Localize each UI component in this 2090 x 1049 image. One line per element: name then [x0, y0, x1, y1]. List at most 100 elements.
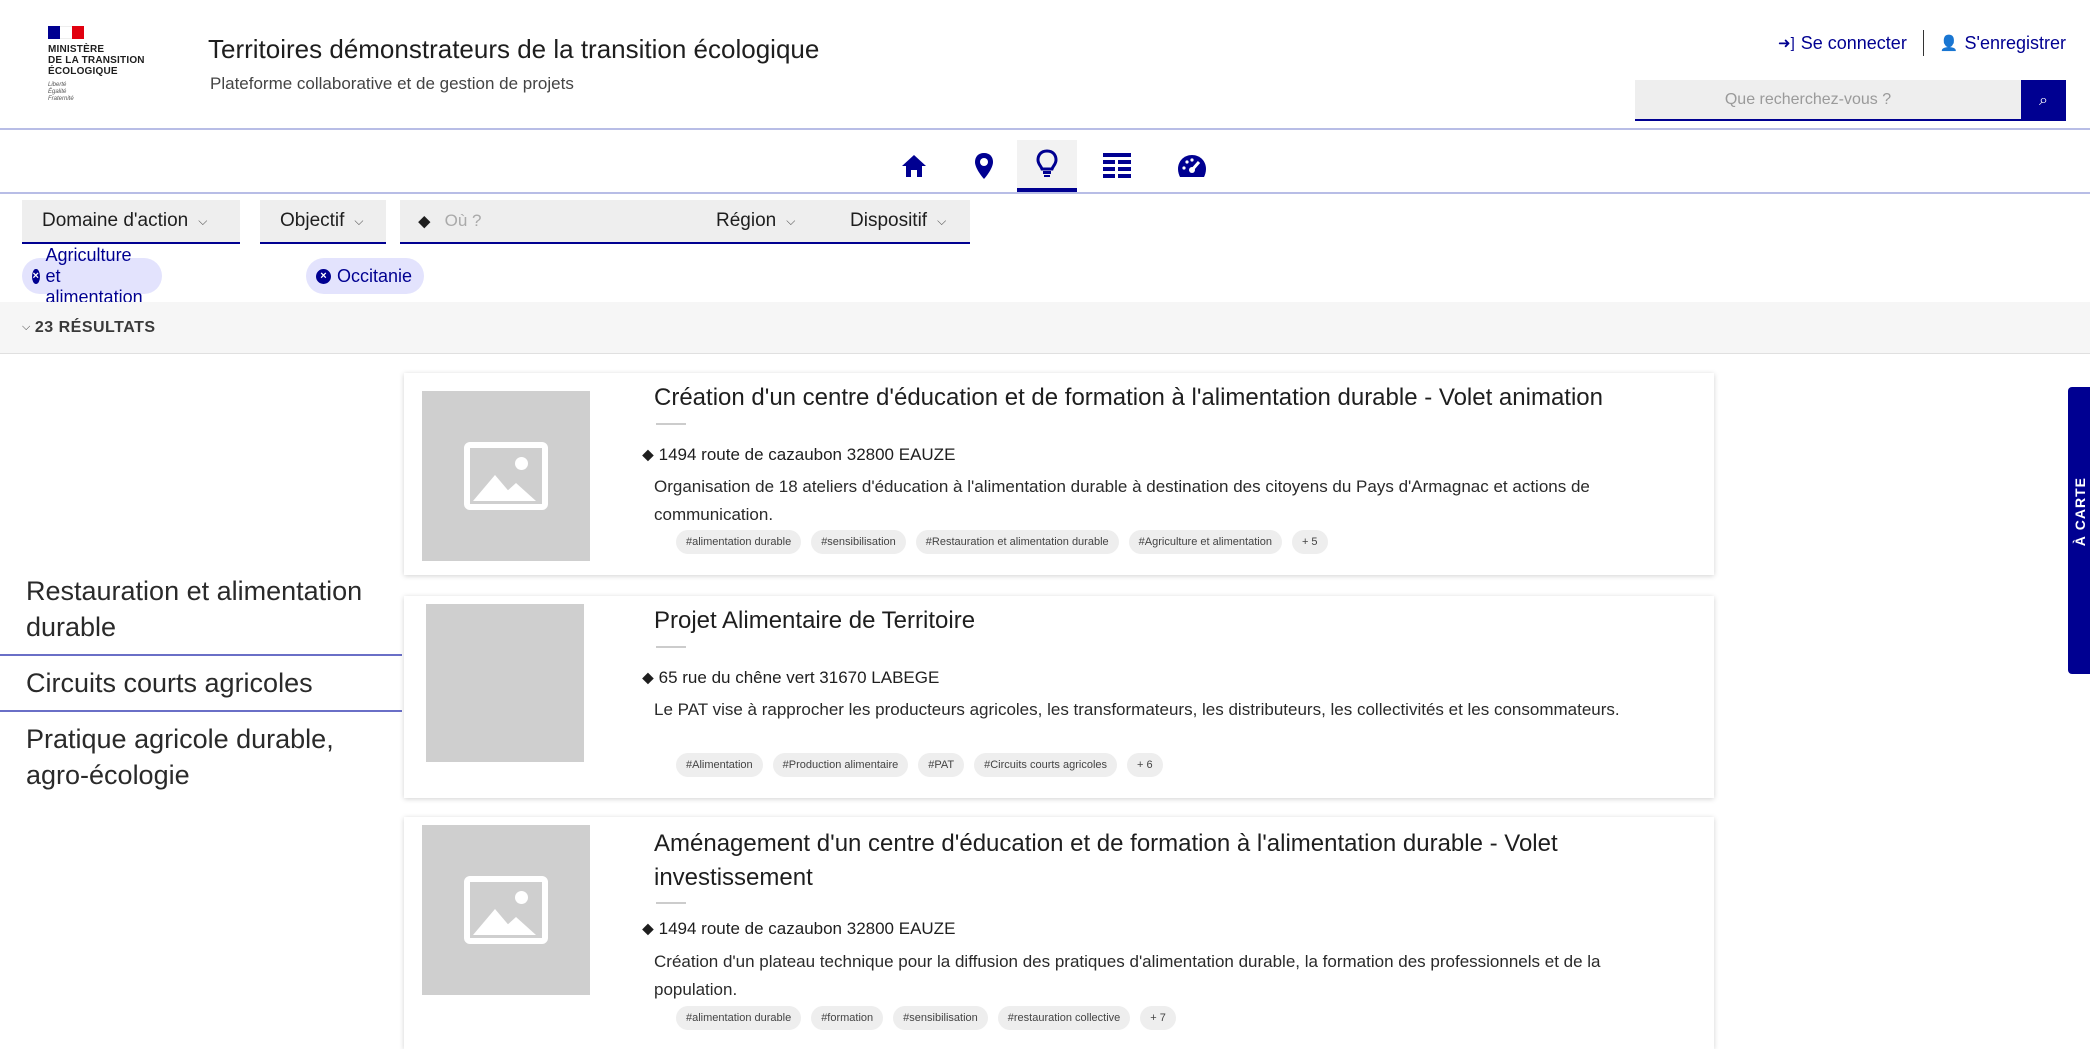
project-address: ⬥ 65 rue du chêne vert 31670 LABEGE [642, 668, 939, 688]
tag[interactable]: #Restauration et alimentation durable [915, 530, 1119, 554]
tag-more[interactable]: + 5 [1291, 530, 1328, 554]
search-button[interactable]: ⌕ [2021, 80, 2066, 121]
site-subtitle: Plateforme collaborative et de gestion d… [210, 74, 574, 93]
image-icon [464, 442, 548, 510]
region-filter[interactable]: Région ⌵ [696, 200, 832, 244]
nav-dashboard[interactable] [1162, 140, 1222, 192]
project-card[interactable]: Projet Alimentaire de Territoire ⬥ 65 ru… [404, 596, 1714, 798]
project-photo [426, 604, 584, 762]
chevron-down-icon: ⌵ [354, 213, 364, 228]
project-title[interactable]: Création d'un centre d'éducation et de f… [654, 381, 1664, 415]
ministry-logo[interactable]: MINISTÈRE DE LA TRANSITION ÉCOLOGIQUE Li… [48, 26, 188, 126]
project-description: Le PAT vise à rapprocher les producteurs… [654, 700, 1620, 719]
project-title[interactable]: Aménagement d'un centre d'éducation et d… [654, 827, 1664, 895]
project-tags: #alimentation durable #sensibilisation #… [676, 530, 1328, 554]
tag[interactable]: #restauration collective [997, 1006, 1131, 1030]
flag-icon [48, 26, 84, 39]
tag[interactable]: #Circuits courts agricoles [974, 753, 1117, 777]
project-tags: #Alimentation #Production alimentaire #P… [676, 753, 1163, 777]
tag[interactable]: #PAT [918, 753, 965, 777]
project-address-text: 65 rue du chêne vert 31670 LABEGE [658, 668, 940, 687]
dashboard-icon [1178, 155, 1206, 177]
main-nav [0, 130, 2090, 194]
search-bar: Que recherchez-vous ? ⌕ [1635, 80, 2066, 121]
chevron-down-icon: ⌵ [22, 321, 31, 333]
map-toggle-tab[interactable]: À CARTE [2068, 387, 2090, 674]
filter-chip-label: Occitanie [337, 265, 413, 286]
nav-map[interactable] [954, 140, 1014, 192]
project-image-placeholder [422, 391, 590, 561]
chevron-down-icon: ⌵ [937, 213, 947, 228]
project-address-text: 1494 route de cazaubon 32800 EAUZE [658, 445, 956, 464]
project-address: ⬥ 1494 route de cazaubon 32800 EAUZE [642, 445, 955, 465]
tag[interactable]: #alimentation durable [676, 1006, 802, 1030]
ministry-name: MINISTÈRE DE LA TRANSITION ÉCOLOGIQUE [48, 44, 145, 77]
project-address-text: 1494 route de cazaubon 32800 EAUZE [658, 919, 956, 938]
objectif-filter-label: Objectif [280, 210, 345, 231]
results-count[interactable]: ⌵ 23 RÉSULTATS [0, 302, 2090, 354]
search-icon: ⌕ [2039, 91, 2048, 109]
tag[interactable]: #sensibilisation [811, 530, 906, 554]
project-card[interactable]: Aménagement d'un centre d'éducation et d… [404, 817, 1714, 1049]
project-card[interactable]: Création d'un centre d'éducation et de f… [404, 373, 1714, 575]
tag[interactable]: #Agriculture et alimentation [1128, 530, 1282, 554]
site-title[interactable]: Territoires démonstrateurs de la transit… [208, 34, 819, 65]
register-link[interactable]: S'enregistrer [1965, 33, 2066, 54]
nav-projects[interactable] [1017, 140, 1077, 192]
objectif-filter[interactable]: Objectif ⌵ [260, 200, 386, 244]
nav-home[interactable] [884, 140, 944, 192]
tag[interactable]: #sensibilisation [893, 1006, 988, 1030]
tag-more[interactable]: + 7 [1140, 1006, 1176, 1030]
tag[interactable]: #Production alimentaire [772, 753, 909, 777]
chevron-down-icon: ⌵ [786, 213, 796, 228]
remove-icon[interactable]: × [316, 268, 331, 284]
filter-chip-occitanie[interactable]: × Occitanie [306, 258, 425, 294]
location-placeholder: Où ? [444, 211, 482, 230]
tag[interactable]: #Alimentation [676, 753, 763, 777]
project-title[interactable]: Projet Alimentaire de Territoire [654, 604, 1664, 638]
location-input[interactable]: ⬥ Où ? [400, 200, 710, 244]
results-count-label: 23 RÉSULTATS [34, 318, 156, 336]
project-address: ⬥ 1494 route de cazaubon 32800 EAUZE [642, 919, 955, 939]
theme-sidebar: Restauration et alimentation durable Cir… [0, 565, 402, 802]
title-divider [656, 423, 686, 425]
map-marker-icon: ⬥ [642, 445, 654, 464]
lightbulb-icon [1036, 149, 1058, 177]
project-description: Organisation de 18 ateliers d'éducation … [654, 477, 1590, 524]
sidebar-item[interactable]: Pratique agricole durable, agro-écologie [0, 712, 402, 802]
project-tags: #alimentation durable #formation #sensib… [676, 1006, 1176, 1030]
sidebar-item[interactable]: Restauration et alimentation durable [0, 565, 402, 656]
search-input[interactable]: Que recherchez-vous ? [1635, 80, 2021, 121]
map-toggle-label: À CARTE [2072, 477, 2088, 547]
map-marker-icon: ⬥ [642, 919, 654, 938]
tag[interactable]: #alimentation durable [676, 530, 802, 554]
list-grid-icon [1103, 153, 1131, 178]
login-link[interactable]: Se connecter [1801, 33, 1907, 54]
map-marker-icon: ⬥ [642, 668, 654, 687]
dispositif-filter-label: Dispositif [850, 210, 928, 231]
home-icon [902, 155, 926, 177]
tag[interactable]: #formation [811, 1006, 884, 1030]
project-image-placeholder [422, 825, 590, 995]
login-icon: ➜] [1778, 35, 1795, 52]
title-divider [656, 646, 686, 648]
project-description: Création d'un plateau technique pour la … [654, 952, 1601, 999]
nav-list[interactable] [1087, 140, 1147, 192]
filter-chip-agriculture[interactable]: × Agriculture et alimentation [22, 245, 163, 307]
domaine-filter[interactable]: Domaine d'action ⌵ [22, 200, 240, 244]
image-icon [464, 876, 548, 944]
user-icon: 👤 [1939, 35, 1959, 52]
filter-chip-label: Agriculture et alimentation [45, 244, 143, 307]
domaine-filter-label: Domaine d'action [42, 210, 189, 231]
sidebar-item[interactable]: Circuits courts agricoles [0, 656, 402, 712]
dispositif-filter[interactable]: Dispositif ⌵ [830, 200, 970, 244]
auth-divider [1922, 30, 1924, 56]
region-filter-label: Région [716, 210, 777, 231]
chevron-down-icon: ⌵ [198, 213, 208, 228]
auth-links: ➜] Se connecter 👤 S'enregistrer [1778, 30, 2066, 56]
republic-motto: Liberté Égalité Fraternité [48, 82, 74, 102]
remove-icon[interactable]: × [32, 268, 40, 284]
tag-more[interactable]: + 6 [1127, 753, 1163, 777]
title-divider [656, 902, 686, 904]
site-header: MINISTÈRE DE LA TRANSITION ÉCOLOGIQUE Li… [0, 0, 2090, 130]
